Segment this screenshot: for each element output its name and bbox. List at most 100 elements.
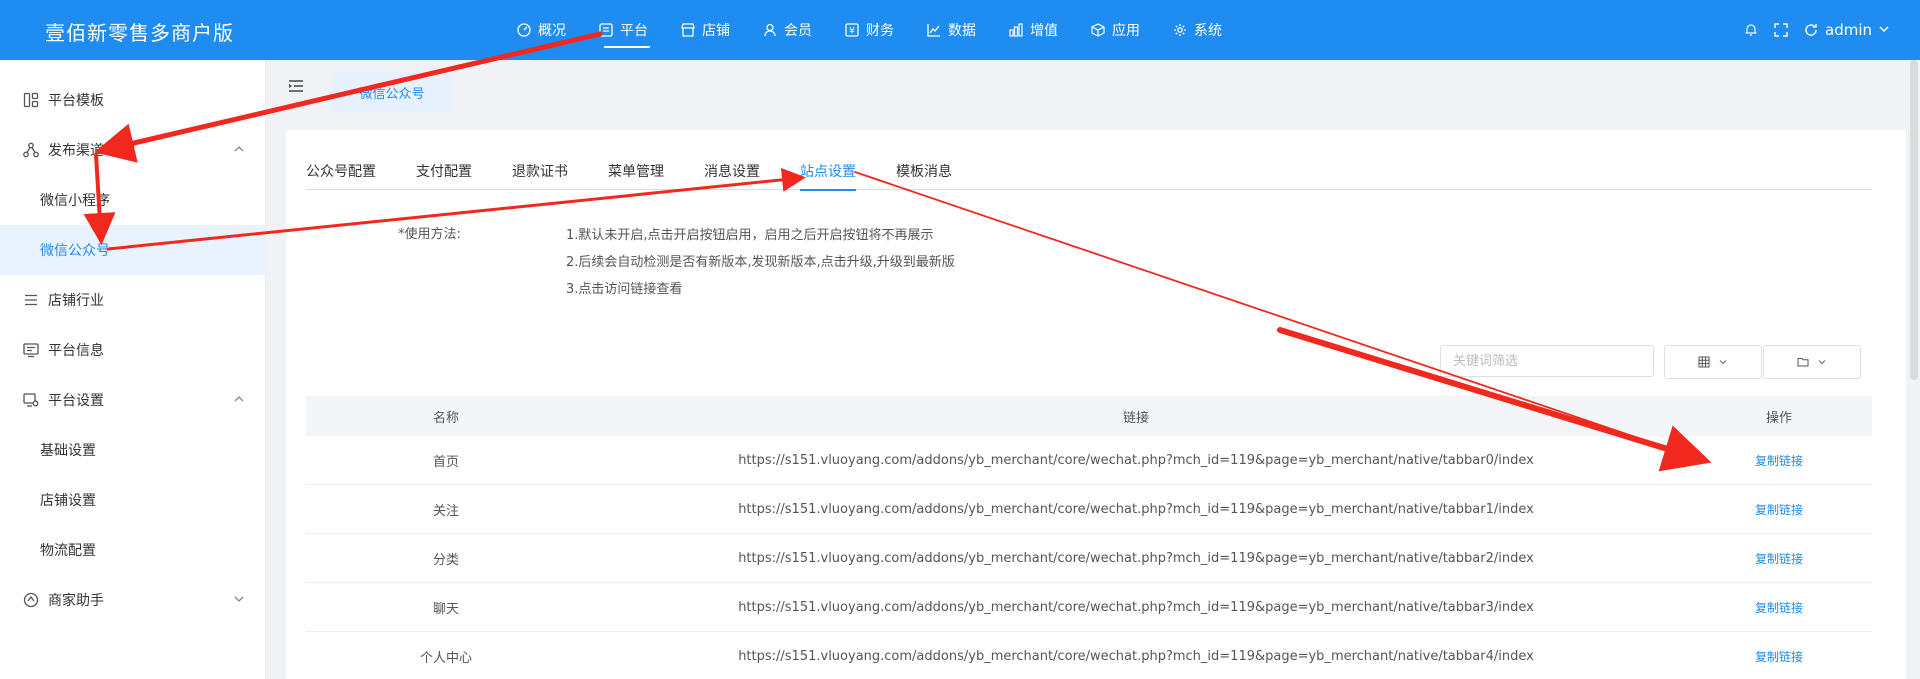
sidebar-item-store-industry[interactable]: 店铺行业 xyxy=(0,275,266,325)
cube-icon xyxy=(1090,22,1106,38)
cell-link: https://s151.vluoyang.com/addons/yb_merc… xyxy=(738,550,1534,566)
sidebar-item-label: 平台设置 xyxy=(48,393,104,409)
sidebar-item-platform-settings[interactable]: 平台设置 xyxy=(0,375,266,425)
sidebar-item-label: 物流配置 xyxy=(40,543,96,559)
open-page-tab[interactable]: 微信公众号 xyxy=(332,72,452,112)
col-header-name: 名称 xyxy=(432,410,459,426)
keyword-filter-input[interactable] xyxy=(1440,345,1654,377)
chevron-up-icon xyxy=(234,396,244,402)
nav-label: 平台 xyxy=(620,23,648,39)
settings-tabs: 公众号配置 支付配置 退款证书 菜单管理 消息设置 站点设置 模板消息 xyxy=(306,152,1872,191)
nav-finance[interactable]: ¥ 财务 xyxy=(828,0,910,60)
gear-icon xyxy=(1172,22,1188,38)
monitor-icon xyxy=(22,341,40,359)
channel-icon xyxy=(22,141,40,159)
usage-instructions: 1.默认未开启,点击开启按钮启用，启用之后开启按钮将不再展示 2.后续会自动检测… xyxy=(566,222,955,303)
bar-chart-icon xyxy=(1008,22,1024,38)
sidebar-item-label: 基础设置 xyxy=(40,443,96,459)
tab-payment-config[interactable]: 支付配置 xyxy=(416,152,472,190)
sidebar-item-platform-info[interactable]: 平台信息 xyxy=(0,325,266,375)
cell-name: 个人中心 xyxy=(419,650,472,666)
nav-label: 店铺 xyxy=(702,23,730,39)
nav-label: 概况 xyxy=(538,23,566,39)
sidebar-item-label: 平台信息 xyxy=(48,343,104,359)
fullscreen-icon[interactable] xyxy=(1773,22,1789,38)
table-row: 个人中心 https://s151.vluoyang.com/addons/yb… xyxy=(306,632,1872,679)
copy-link-button[interactable]: 复制链接 xyxy=(1755,454,1803,468)
nav-label: 财务 xyxy=(866,23,894,39)
nav-label: 数据 xyxy=(948,23,976,39)
svg-text:¥: ¥ xyxy=(849,27,855,37)
sidebar-item-label: 平台模板 xyxy=(48,93,104,109)
sidebar-item-wechat-miniprogram[interactable]: 微信小程序 xyxy=(0,175,266,225)
nav-store[interactable]: 店铺 xyxy=(664,0,746,60)
template-icon xyxy=(22,91,40,109)
finance-icon: ¥ xyxy=(844,22,860,38)
sidebar-item-basic-settings[interactable]: 基础设置 xyxy=(0,425,266,475)
table-row: 关注 https://s151.vluoyang.com/addons/yb_m… xyxy=(306,485,1872,534)
nav-overview[interactable]: 概况 xyxy=(500,0,582,60)
col-header-link: 链接 xyxy=(1122,410,1149,426)
user-menu[interactable]: admin xyxy=(1803,21,1890,39)
tab-template-message[interactable]: 模板消息 xyxy=(896,152,952,190)
store-icon xyxy=(680,22,696,38)
usage-line: 3.点击访问链接查看 xyxy=(566,282,683,297)
nav-member[interactable]: 会员 xyxy=(746,0,828,60)
username: admin xyxy=(1825,21,1872,39)
grid-icon xyxy=(1698,356,1710,368)
page-tabbar xyxy=(267,60,1920,112)
sidebar-item-store-settings[interactable]: 店铺设置 xyxy=(0,475,266,525)
chevron-down-icon xyxy=(1818,360,1826,365)
nav-label: 会员 xyxy=(784,23,812,39)
table-header: 名称 链接 操作 xyxy=(306,396,1872,436)
chevron-up-icon xyxy=(234,146,244,152)
top-header: 壹佰新零售多商户版 概况 平台 店铺 会员 ¥ 财务 数据 增值 应用 系统 a… xyxy=(0,0,1920,60)
chevron-down-icon xyxy=(1719,360,1727,365)
cell-name: 关注 xyxy=(432,503,459,519)
tab-account-config[interactable]: 公众号配置 xyxy=(306,152,376,190)
copy-link-button[interactable]: 复制链接 xyxy=(1755,503,1803,517)
folder-icon xyxy=(1797,358,1809,367)
sidebar-item-logistics-config[interactable]: 物流配置 xyxy=(0,525,266,575)
chevron-down-icon xyxy=(1878,21,1890,39)
copy-link-button[interactable]: 复制链接 xyxy=(1755,601,1803,615)
tab-menu-manage[interactable]: 菜单管理 xyxy=(608,152,664,190)
nav-value-added[interactable]: 增值 xyxy=(992,0,1074,60)
chevron-down-icon xyxy=(234,596,244,602)
collapse-menu-icon[interactable] xyxy=(288,78,304,94)
app-logo: 壹佰新零售多商户版 xyxy=(45,21,234,45)
page-scrollbar[interactable] xyxy=(1910,60,1918,380)
sidebar-item-label: 商家助手 xyxy=(48,593,104,609)
cell-link: https://s151.vluoyang.com/addons/yb_merc… xyxy=(738,501,1534,517)
cell-name: 首页 xyxy=(432,454,459,470)
nav-system[interactable]: 系统 xyxy=(1156,0,1238,60)
nav-platform[interactable]: 平台 xyxy=(582,0,664,60)
settings-monitor-icon xyxy=(22,391,40,409)
sidebar-item-merchant-helper[interactable]: 商家助手 xyxy=(0,575,266,625)
tab-message-settings[interactable]: 消息设置 xyxy=(704,152,760,190)
tab-site-settings[interactable]: 站点设置 xyxy=(800,152,856,191)
sidebar-item-label: 店铺设置 xyxy=(40,493,96,509)
top-nav: 概况 平台 店铺 会员 ¥ 财务 数据 增值 应用 系统 xyxy=(500,0,1238,60)
nav-apps[interactable]: 应用 xyxy=(1074,0,1156,60)
sidebar-item-platform-template[interactable]: 平台模板 xyxy=(0,75,266,125)
sidebar-item-label: 微信小程序 xyxy=(40,193,110,209)
cell-link: https://s151.vluoyang.com/addons/yb_merc… xyxy=(738,452,1534,468)
dashboard-icon xyxy=(516,22,532,38)
usage-line: 1.默认未开启,点击开启按钮启用，启用之后开启按钮将不再展示 xyxy=(566,228,934,243)
cell-name: 分类 xyxy=(432,552,459,568)
helper-icon xyxy=(22,591,40,609)
sidebar-item-label: 店铺行业 xyxy=(48,293,104,309)
col-header-action: 操作 xyxy=(1765,410,1792,426)
column-select-button[interactable] xyxy=(1664,345,1762,379)
sidebar-item-label: 微信公众号 xyxy=(40,243,110,259)
copy-link-button[interactable]: 复制链接 xyxy=(1755,650,1803,664)
export-button[interactable] xyxy=(1763,345,1861,379)
bell-icon[interactable] xyxy=(1743,22,1759,38)
cell-link: https://s151.vluoyang.com/addons/yb_merc… xyxy=(738,648,1534,664)
tab-refund-cert[interactable]: 退款证书 xyxy=(512,152,568,190)
sidebar-item-wechat-official-account[interactable]: 微信公众号 xyxy=(0,225,266,275)
sidebar-item-publish-channel[interactable]: 发布渠道 xyxy=(0,125,266,175)
nav-data[interactable]: 数据 xyxy=(910,0,992,60)
copy-link-button[interactable]: 复制链接 xyxy=(1755,552,1803,566)
